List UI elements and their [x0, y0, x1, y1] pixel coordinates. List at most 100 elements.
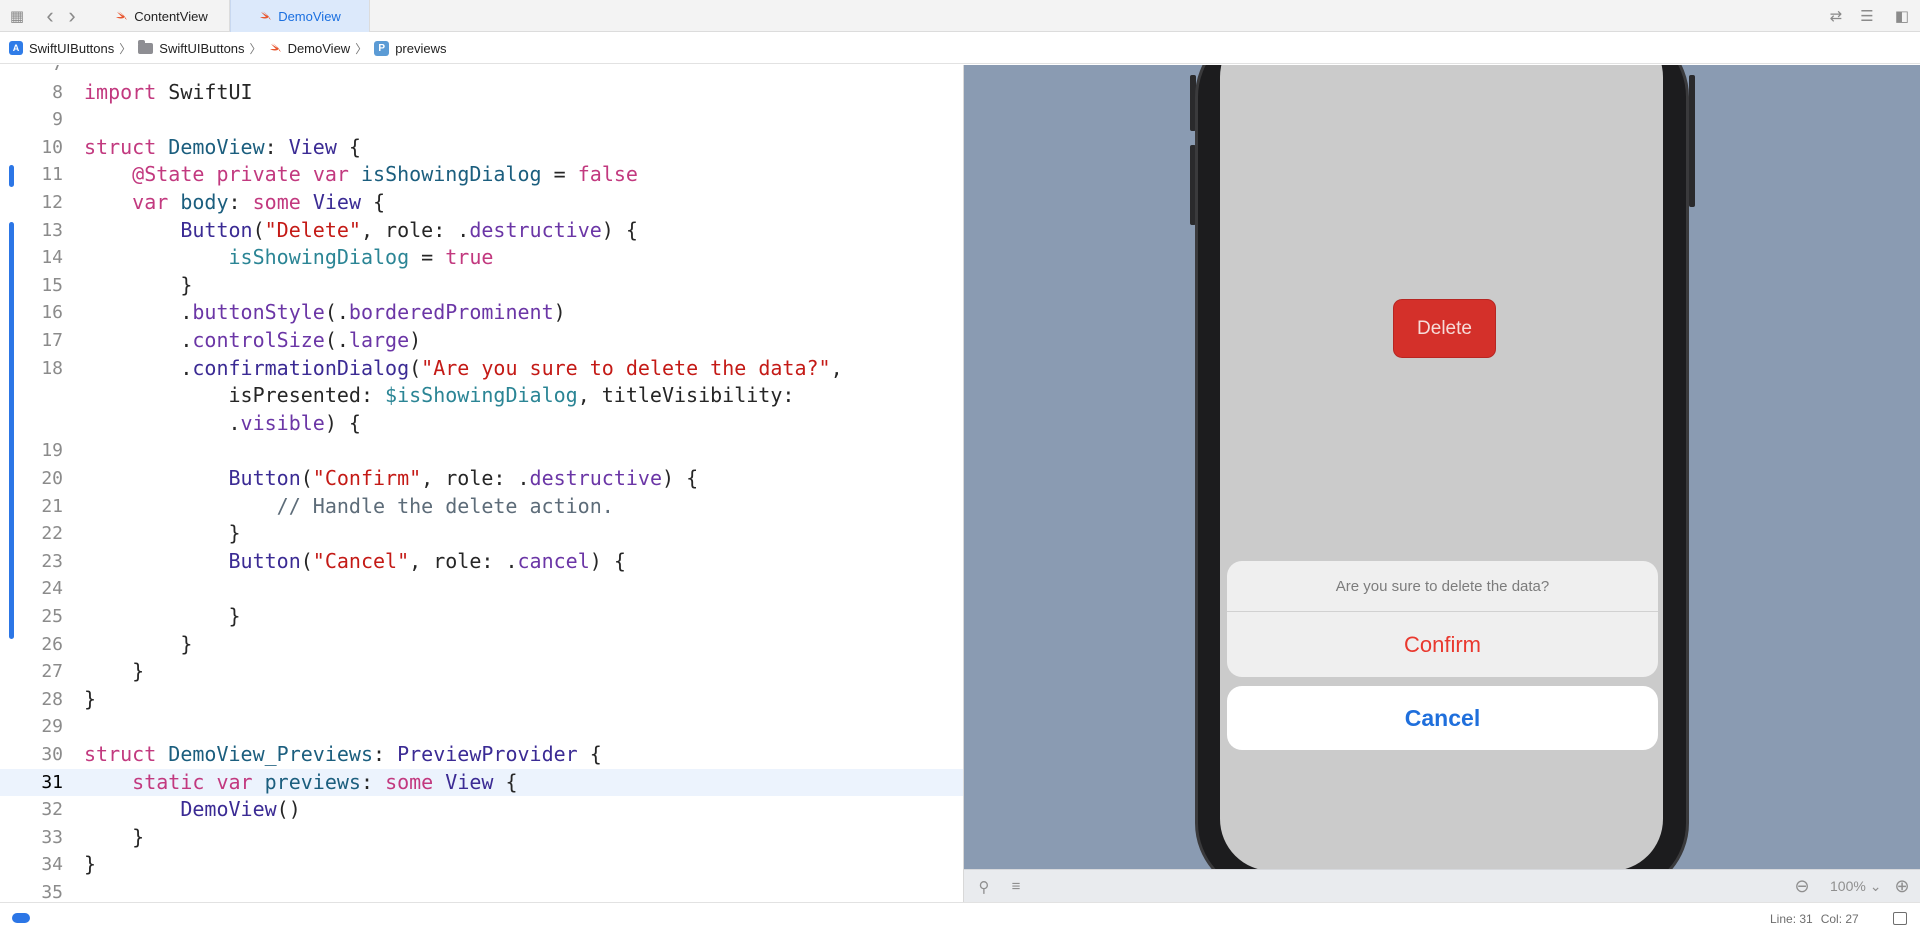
code-token: DemoView [180, 797, 277, 822]
code-token: Button [228, 548, 301, 573]
code-line[interactable]: 27 } [0, 658, 963, 686]
back-icon[interactable]: ‹ [40, 0, 60, 32]
zoom-in-icon[interactable]: ⊕ [1890, 870, 1914, 903]
code-line[interactable]: 21 // Handle the delete action. [0, 493, 963, 521]
source-editor[interactable]: 7 8 import SwiftUI 9 10 struct DemoView: View… [0, 65, 963, 902]
code-line[interactable]: 30 struct DemoView_Previews: PreviewProvi… [0, 741, 963, 769]
code-line[interactable]: .visible) { [0, 410, 963, 438]
breadcrumb-label: SwiftUIButtons [159, 40, 245, 56]
line-number: 31 [41, 771, 63, 793]
code-token: some [385, 769, 434, 794]
code-line[interactable]: 12 var body: some View { [0, 189, 963, 217]
code-line[interactable]: 10 struct DemoView: View { [0, 134, 963, 162]
code-token: struct [84, 134, 157, 159]
code-line[interactable]: 32 DemoView() [0, 796, 963, 824]
breadcrumb-label: DemoView [287, 40, 351, 56]
inspectors-icon[interactable]: ☰ [1854, 0, 1880, 32]
code-line[interactable]: 19 [0, 437, 963, 465]
code-text: } [84, 520, 241, 548]
code-line[interactable]: 25 } [0, 603, 963, 631]
forward-icon[interactable]: › [62, 0, 82, 32]
breadcrumb-label: SwiftUIButtons [29, 40, 115, 56]
code-token: "Are you sure to delete the data?" [421, 355, 831, 380]
variants-icon[interactable]: ≡ [1006, 870, 1026, 903]
code-line[interactable]: 22 } [0, 520, 963, 548]
code-line[interactable]: 11 @State private var isShowingDialog = … [0, 161, 963, 189]
code-token: SwiftUI [156, 79, 253, 104]
line-number: 24 [41, 578, 63, 600]
code-token: borderedProminent [348, 300, 554, 325]
code-line[interactable]: 29 [0, 713, 963, 741]
code-line[interactable]: 17 .controlSize(.large) [0, 327, 963, 355]
code-line[interactable]: 7 [0, 65, 963, 79]
grid-icon[interactable]: ▦ [4, 0, 30, 32]
debug-area-toggle-icon[interactable] [1893, 912, 1907, 925]
code-line[interactable]: 15 } [0, 272, 963, 300]
code-token: } [84, 659, 145, 684]
code-line[interactable]: 16 .buttonStyle(.borderedProminent) [0, 299, 963, 327]
breadcrumb-item-project[interactable]: A SwiftUIButtons [9, 41, 114, 56]
code-token: } [84, 521, 241, 546]
code-text: isShowingDialog = true [84, 244, 494, 272]
delete-button[interactable]: Delete [1393, 299, 1496, 358]
code-line[interactable]: 24 [0, 575, 963, 603]
pin-icon[interactable]: ⚲ [974, 870, 994, 903]
line-number: 17 [41, 330, 63, 351]
code-token: } [84, 686, 97, 711]
code-line[interactable]: 20 Button("Confirm", role: .destructive)… [0, 465, 963, 493]
sidebar-toggle-icon[interactable]: ◧ [1890, 0, 1914, 32]
property-icon: P [374, 40, 390, 56]
code-line[interactable]: 28} [0, 686, 963, 714]
confirm-button[interactable]: Confirm [1227, 613, 1658, 677]
code-line[interactable]: 8 import SwiftUI [0, 79, 963, 107]
code-token: , role: . [421, 466, 530, 490]
breadcrumb-item-file[interactable]: DemoView [269, 40, 351, 56]
line-number: 16 [41, 302, 63, 324]
code-token: ) [409, 328, 422, 352]
cancel-button[interactable]: Cancel [1227, 686, 1658, 750]
code-token: (. [324, 300, 349, 325]
cursor-position: Line: 31 Col: 27 [1770, 903, 1859, 934]
code-token: private [216, 162, 301, 187]
code-text: .visible) { [84, 410, 360, 438]
tab-contentview[interactable]: ContentView [94, 0, 230, 32]
breakpoint-toggle-icon[interactable] [12, 913, 30, 923]
code-line[interactable]: isPresented: $isShowingDialog, titleVisi… [0, 382, 963, 410]
zoom-out-icon[interactable]: ⊖ [1790, 870, 1814, 903]
breadcrumb-item-symbol[interactable]: P previews [374, 40, 447, 56]
code-token: import [84, 79, 157, 104]
swift-file-icon [269, 43, 281, 52]
code-token: } [84, 272, 193, 297]
code-line[interactable]: 34} [0, 851, 963, 879]
code-token: } [84, 852, 97, 877]
line-number: 18 [41, 357, 63, 379]
code-line[interactable]: 35 [0, 879, 963, 902]
code-token: . [84, 355, 193, 380]
code-token: "Cancel" [312, 548, 410, 573]
code-token: isPresented: [84, 383, 386, 408]
code-line[interactable]: 14 isShowingDialog = true [0, 244, 963, 272]
code-token: DemoView [168, 134, 265, 159]
code-line[interactable]: 33 } [0, 824, 963, 852]
code-line[interactable]: 31 static var previews: some View { [0, 768, 963, 797]
zoom-level[interactable]: 100% ⌄ [1830, 870, 1881, 903]
code-text: } [84, 272, 192, 300]
code-line[interactable]: 13 Button("Delete", role: .destructive) … [0, 217, 963, 245]
code-line[interactable]: 23 Button("Cancel", role: .cancel) { [0, 548, 963, 576]
code-token: , role: . [409, 548, 518, 573]
code-token: ( [409, 355, 422, 380]
code-token: var [216, 769, 253, 794]
code-line[interactable]: 9 [0, 106, 963, 134]
breadcrumb-item-folder[interactable]: SwiftUIButtons [138, 39, 245, 56]
code-token: . [84, 300, 193, 325]
tab-demoview[interactable]: DemoView [230, 0, 370, 32]
line-number: 33 [41, 826, 63, 848]
swap-icon[interactable]: ⇄ [1824, 0, 1848, 32]
code-line[interactable]: 26 } [0, 631, 963, 659]
code-line[interactable]: 18 .confirmationDialog("Are you sure to … [0, 355, 963, 383]
